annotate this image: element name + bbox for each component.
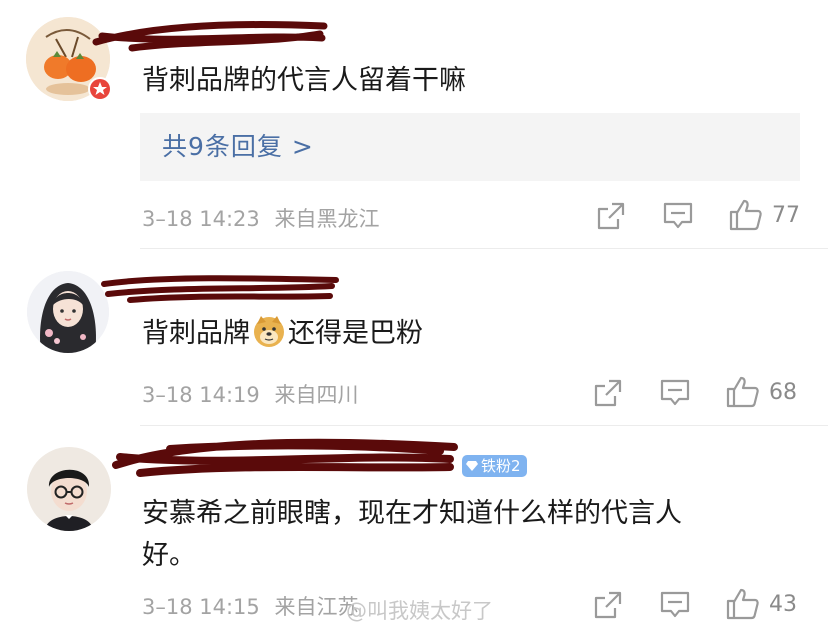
- like-count: 68: [769, 380, 797, 405]
- comment-text: 背刺品牌 还得是巴粉: [142, 314, 423, 353]
- doge-emoji-icon: [254, 316, 284, 347]
- redacted-username: [112, 438, 458, 477]
- share-icon[interactable]: [593, 590, 623, 620]
- redacted-username: [92, 21, 328, 52]
- like-icon[interactable]: [729, 199, 763, 231]
- comment-date: 3–18 14:19: [142, 383, 260, 407]
- comment-meta: 3–18 14:19 来自四川: [142, 379, 366, 409]
- like-count: 77: [772, 203, 800, 228]
- comment-icon[interactable]: [660, 590, 690, 620]
- share-icon[interactable]: [596, 201, 626, 231]
- fan-level-label: 铁粉2: [481, 457, 521, 475]
- like-icon[interactable]: [726, 376, 760, 408]
- avatar[interactable]: [27, 271, 109, 353]
- comment-date: 3–18 14:23: [142, 207, 260, 231]
- comment-date: 3–18 14:15: [142, 595, 260, 619]
- comment-meta: 3–18 14:15 来自江苏: [142, 591, 366, 621]
- comment-location: 来自四川: [274, 383, 359, 407]
- reply-summary-box[interactable]: 共9条回复 >: [140, 113, 800, 181]
- comment-meta: 3–18 14:23 来自黑龙江: [142, 203, 387, 233]
- diamond-icon: [466, 461, 478, 471]
- comment-text-part: 还得是巴粉: [288, 318, 423, 349]
- verified-badge-icon: [87, 76, 113, 102]
- avatar[interactable]: [27, 447, 111, 531]
- comment-icon[interactable]: [660, 378, 690, 408]
- comment-text-line: 安慕希之前眼瞎，现在才知道什么样的代言人: [142, 498, 682, 529]
- comment-text-line: 好。: [142, 540, 196, 571]
- fan-level-badge: 铁粉2: [462, 455, 527, 477]
- share-icon[interactable]: [593, 378, 623, 408]
- comment-text: 安慕希之前眼瞎，现在才知道什么样的代言人 好。: [142, 493, 682, 577]
- like-count: 43: [769, 592, 797, 617]
- divider: [140, 425, 828, 426]
- redacted-username: [101, 275, 339, 303]
- comment-location: 来自黑龙江: [274, 207, 380, 231]
- comment-icon[interactable]: [663, 201, 693, 231]
- reply-summary-link[interactable]: 共9条回复 >: [162, 127, 314, 163]
- comment-text-part: 背刺品牌: [142, 318, 250, 349]
- divider: [140, 248, 828, 249]
- like-icon[interactable]: [726, 588, 760, 620]
- watermark: @叫我姨太好了: [346, 599, 493, 623]
- comment-text: 背刺品牌的代言人留着干嘛: [142, 65, 466, 96]
